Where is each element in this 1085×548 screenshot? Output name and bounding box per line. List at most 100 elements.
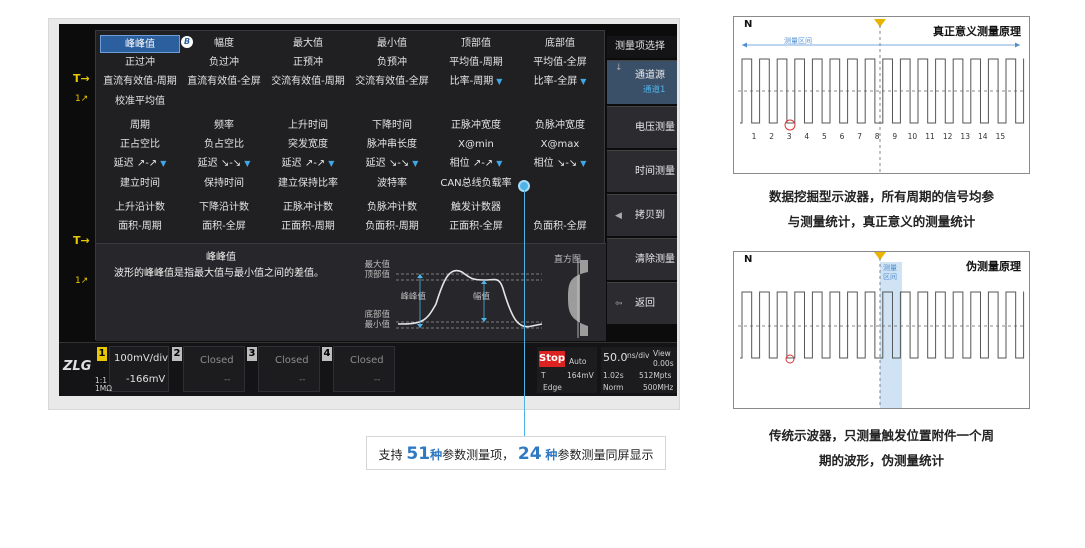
dropdown-arrow-icon[interactable]: ▼ (412, 159, 418, 168)
measure-item[interactable]: 比率-周期 ▼ (436, 73, 516, 91)
measure-item[interactable]: 下降沿计数 (184, 199, 264, 217)
measure-item[interactable]: 相位 ↗-↗ ▼ (436, 155, 516, 173)
measure-item[interactable]: X@max (520, 136, 600, 154)
timebase-unit: ns/div (627, 351, 650, 360)
ch4-settings[interactable]: Closed -- (333, 346, 395, 392)
measure-item[interactable]: 平均值-周期 (436, 54, 516, 72)
measure-item[interactable]: 负脉冲宽度 (520, 117, 600, 135)
measure-item[interactable]: 上升沿计数 (100, 199, 180, 217)
measure-item[interactable]: 正占空比 (100, 136, 180, 154)
trigger-mode: Auto (569, 357, 587, 366)
ch3-settings[interactable]: Closed -- (258, 346, 320, 392)
pseudo-measurement-diagram: N 伪测量原理 测量 区间 (733, 251, 1030, 409)
measure-item[interactable]: 幅度 (184, 35, 264, 53)
measure-item[interactable]: 负预冲 (352, 54, 432, 72)
measure-item[interactable]: 延迟 ↘-↘ ▼ (352, 155, 432, 173)
ch2-settings[interactable]: Closed -- (183, 346, 245, 392)
measure-item[interactable]: 周期 (100, 117, 180, 135)
measure-item[interactable]: 最小值 (352, 35, 432, 53)
measure-item-label: 平均值-周期 (449, 57, 503, 68)
pseudo-measurement-waveform: 测量 区间 (738, 252, 1026, 408)
ch1-offset: -166mV (126, 374, 166, 385)
ch1-level-marker-top: 1↗ (75, 94, 89, 104)
measure-item[interactable]: 上升时间 (268, 117, 348, 135)
view-label: View (653, 349, 671, 358)
menu-voltage-button[interactable]: 电压测量 (607, 106, 677, 148)
measure-item[interactable]: 延迟 ↘-↘ ▼ (184, 155, 264, 173)
measure-item-label: 建立时间 (120, 178, 160, 189)
measure-item[interactable]: 波特率 (352, 175, 432, 193)
dropdown-arrow-icon[interactable]: ▼ (160, 159, 166, 168)
measure-item[interactable]: 正面积-全屏 (436, 218, 516, 236)
dropdown-arrow-icon[interactable]: ▼ (328, 159, 334, 168)
measure-item[interactable]: 触发计数器 (436, 199, 516, 217)
measure-item[interactable]: 最大值 (268, 35, 348, 53)
trigger-status[interactable]: Stop Auto T 164mV Edge (537, 347, 597, 393)
measure-item[interactable]: 正脉冲宽度 (436, 117, 516, 135)
measure-item[interactable]: 面积-全屏 (184, 218, 264, 236)
ch3-status: Closed (275, 355, 309, 366)
measure-item[interactable]: 相位 ↘-↘ ▼ (520, 155, 600, 173)
measure-item[interactable]: 下降时间 (352, 117, 432, 135)
measure-item[interactable]: 平均值-全屏 (520, 54, 600, 72)
measure-item[interactable]: 建立保持比率 (268, 175, 348, 193)
measure-item[interactable]: 负占空比 (184, 136, 264, 154)
measure-item[interactable]: 负面积-周期 (352, 218, 432, 236)
measure-item[interactable]: 延迟 ↗-↗ ▼ (268, 155, 348, 173)
ch1-number-badge[interactable]: 1 (97, 347, 107, 361)
ch4-number-badge[interactable]: 4 (322, 347, 332, 361)
measure-item[interactable]: 交流有效值-全屏 (352, 73, 432, 91)
ch2-number-badge[interactable]: 2 (172, 347, 182, 361)
measure-item[interactable]: 交流有效值-周期 (268, 73, 348, 91)
menu-voltage-label: 电压测量 (635, 122, 675, 133)
measure-item[interactable]: 延迟 ↗-↗ ▼ (100, 155, 180, 173)
measure-item[interactable]: X@min (436, 136, 516, 154)
measure-item[interactable]: 面积-周期 (100, 218, 180, 236)
measure-item[interactable]: 正预冲 (268, 54, 348, 72)
dropdown-arrow-icon[interactable]: ▼ (496, 159, 502, 168)
measure-item-label: 触发计数器 (451, 202, 501, 213)
measure-item-label: 相位 ↘-↘ (533, 158, 578, 169)
measure-item[interactable]: 顶部值 (436, 35, 516, 53)
measure-item[interactable]: 比率-全屏 ▼ (520, 73, 600, 91)
menu-source-button[interactable]: ↓ 通道源 通道1 (607, 60, 677, 104)
trigger-marker-bottom: T→ (73, 234, 90, 247)
measure-item-label: 脉冲串长度 (367, 139, 417, 150)
menu-back-button[interactable]: ⇦ 返回 (607, 282, 677, 324)
measure-item[interactable]: 突发宽度 (268, 136, 348, 154)
menu-clear-button[interactable]: 清除测量 (607, 238, 677, 280)
measure-item[interactable]: 正脉冲计数 (268, 199, 348, 217)
measure-row: 面积-周期 面积-全屏 正面积-周期 负面积-周期 正面积-全屏 负面积-全屏 (96, 218, 606, 236)
measure-item[interactable]: 峰峰值 B (100, 35, 193, 53)
measure-item[interactable]: 直流有效值-周期 (100, 73, 180, 91)
true-measurement-waveform: 测量区间 1 2 3 4 5 6 7 8 9 10 11 12 13 14 15 (738, 19, 1026, 173)
measure-item[interactable]: 脉冲串长度 (352, 136, 432, 154)
measure-item[interactable]: 频率 (184, 117, 264, 135)
dropdown-arrow-icon[interactable]: ▼ (244, 159, 250, 168)
trigger-level: 164mV (567, 371, 594, 380)
measure-item[interactable]: 负过冲 (184, 54, 264, 72)
measure-item[interactable]: 建立时间 (100, 175, 180, 193)
menu-copy-button[interactable]: ◀ 拷贝到 (607, 194, 677, 236)
timebase-settings[interactable]: 50.0 ns/div View 0.00s 1.02s 512Mpts Nor… (601, 347, 677, 393)
measure-item-label: 突发宽度 (288, 139, 328, 150)
ch1-settings[interactable]: 100mV/div -166mV (109, 346, 169, 392)
run-stop-indicator[interactable]: Stop (539, 351, 565, 367)
measure-item[interactable]: 负脉冲计数 (352, 199, 432, 217)
measure-item-label: 周期 (130, 120, 150, 131)
measure-item[interactable]: 负面积-全屏 (520, 218, 600, 236)
ch3-number-badge[interactable]: 3 (247, 347, 257, 361)
measure-item[interactable]: 保持时间 (184, 175, 264, 193)
measure-item-label: 负预冲 (377, 57, 407, 68)
dropdown-arrow-icon[interactable]: ▼ (496, 77, 502, 86)
dropdown-arrow-icon[interactable]: ▼ (580, 159, 586, 168)
measure-item[interactable]: 正过冲 (100, 54, 180, 72)
measure-item[interactable]: CAN总线负载率 (436, 175, 516, 193)
measure-item[interactable]: 直流有效值-全屏 (184, 73, 264, 91)
measure-item[interactable]: 校准平均值 (100, 93, 180, 111)
dropdown-arrow-icon[interactable]: ▼ (580, 77, 586, 86)
measure-item[interactable]: 底部值 (520, 35, 600, 53)
measure-item[interactable]: 正面积-周期 (268, 218, 348, 236)
menu-time-button[interactable]: 时间测量 (607, 150, 677, 192)
measure-row: 峰峰值 B 幅度 最大值 最小值 顶部值 底部值 (96, 35, 606, 53)
